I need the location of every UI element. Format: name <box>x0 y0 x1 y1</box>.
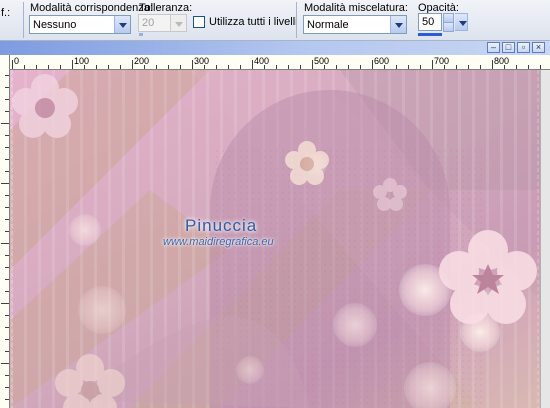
ruler-label: 800 <box>494 56 509 66</box>
ruler-label: 500 <box>314 56 329 66</box>
horizontal-ruler: 0 100 200 300 400 500 600 700 800 <box>9 55 550 70</box>
blend-mode-dropdown[interactable]: Normale <box>303 15 407 34</box>
watermark-url: www.maidiregrafica.eu <box>163 236 274 248</box>
minimize-icon[interactable]: – <box>487 42 500 53</box>
match-mode-dropdown[interactable]: Nessuno <box>29 15 131 34</box>
ruler-label: 200 <box>134 56 149 66</box>
chevron-down-icon[interactable] <box>455 14 467 30</box>
ruler-label: 100 <box>74 56 89 66</box>
ruler-label: 0 <box>14 56 19 66</box>
close-icon[interactable]: × <box>532 42 545 53</box>
match-mode-value: Nessuno <box>33 19 77 31</box>
tool-options-bar: f.: Modalità corrispondenza: Nessuno Tol… <box>0 0 550 41</box>
ruler-label: 700 <box>434 56 449 66</box>
chevron-down-icon[interactable] <box>390 16 406 33</box>
chevron-down-icon[interactable] <box>170 15 186 31</box>
tolerance-value: 20 <box>142 17 155 29</box>
vertical-scrollbar[interactable] <box>540 70 550 408</box>
opacity-input[interactable]: 50 <box>418 13 442 31</box>
opacity-dropdown[interactable] <box>455 13 468 31</box>
image-canvas[interactable] <box>10 70 540 408</box>
all-layers-checkbox[interactable] <box>193 16 205 28</box>
watermark-name: Pinuccia <box>185 216 258 235</box>
chevron-down-icon[interactable] <box>114 16 130 33</box>
spin-down-icon[interactable] <box>443 22 454 32</box>
blend-mode-value: Normale <box>307 19 349 31</box>
toolbar-separator <box>23 2 24 38</box>
toolbar-separator <box>296 2 297 38</box>
ruler-ticks <box>1 75 9 400</box>
match-mode-label: Modalità corrispondenza: <box>30 2 153 14</box>
ruler-label: 300 <box>194 56 209 66</box>
tolerance-field[interactable]: 20 <box>138 14 187 32</box>
vertical-ruler <box>0 55 10 408</box>
ruler-label: 600 <box>374 56 389 66</box>
opacity-slider[interactable] <box>418 33 442 36</box>
ruler-ticks: 0 100 200 300 400 500 600 700 800 <box>12 56 541 69</box>
ruler-label: 400 <box>254 56 269 66</box>
toolbar-cut-label: f.: <box>1 7 11 19</box>
tolerance-label: Tolleranza: <box>139 2 193 14</box>
all-layers-label: Utilizza tutti i livelli <box>209 16 298 28</box>
document-title-bar[interactable] <box>0 41 550 55</box>
opacity-value: 50 <box>422 16 435 28</box>
canvas-artwork <box>10 70 540 408</box>
blend-mode-label: Modalità miscelatura: <box>304 2 408 14</box>
restore-icon[interactable]: □ <box>502 42 515 53</box>
tolerance-slider[interactable] <box>139 33 143 36</box>
maximize-icon[interactable]: ▫ <box>517 42 530 53</box>
